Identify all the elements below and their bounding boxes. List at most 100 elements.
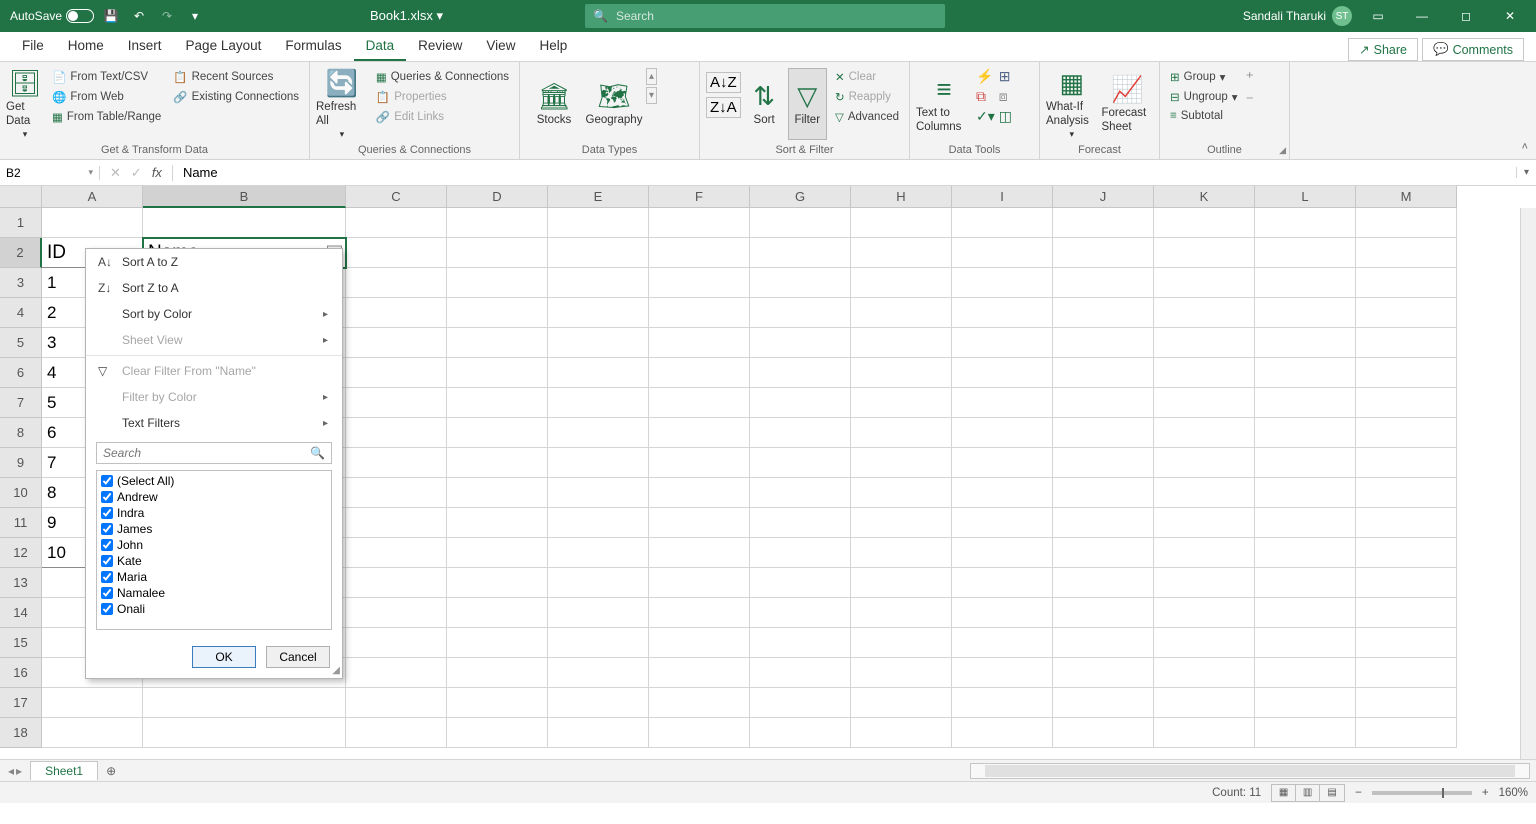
cell[interactable] bbox=[1053, 478, 1154, 508]
cell[interactable] bbox=[750, 448, 851, 478]
cell[interactable] bbox=[851, 478, 952, 508]
share-button[interactable]: ↗ Share bbox=[1348, 38, 1418, 61]
column-header[interactable]: M bbox=[1356, 186, 1457, 208]
undo-icon[interactable]: ↶ bbox=[128, 5, 150, 27]
cell[interactable] bbox=[1255, 268, 1356, 298]
outline-dialog-launcher-icon[interactable]: ◢ bbox=[1279, 145, 1286, 156]
cell[interactable] bbox=[1154, 478, 1255, 508]
cell[interactable] bbox=[1255, 508, 1356, 538]
cell[interactable] bbox=[1053, 418, 1154, 448]
collapse-ribbon-icon[interactable]: ˄ bbox=[1522, 141, 1528, 153]
maximize-icon[interactable]: ◻ bbox=[1448, 2, 1484, 30]
cancel-formula-icon[interactable]: ✕ bbox=[110, 165, 121, 181]
subtotal-button[interactable]: ≡Subtotal bbox=[1166, 108, 1242, 124]
cell[interactable] bbox=[1255, 568, 1356, 598]
from-text-csv-button[interactable]: 📄From Text/CSV bbox=[48, 68, 165, 86]
cell[interactable] bbox=[750, 718, 851, 748]
cell[interactable] bbox=[447, 718, 548, 748]
cell[interactable] bbox=[750, 688, 851, 718]
name-box[interactable]: B2▾ bbox=[0, 166, 100, 180]
cell[interactable] bbox=[1154, 448, 1255, 478]
filter-checkbox[interactable] bbox=[101, 475, 113, 487]
cell[interactable] bbox=[952, 658, 1053, 688]
filter-checkbox-item[interactable]: Onali bbox=[101, 601, 327, 617]
cell[interactable] bbox=[548, 598, 649, 628]
cell[interactable] bbox=[1154, 688, 1255, 718]
column-header[interactable]: G bbox=[750, 186, 851, 208]
cell[interactable] bbox=[1255, 688, 1356, 718]
cell[interactable] bbox=[1053, 238, 1154, 268]
cell[interactable] bbox=[952, 598, 1053, 628]
cell[interactable] bbox=[851, 508, 952, 538]
cell[interactable] bbox=[346, 658, 447, 688]
existing-connections-button[interactable]: 🔗Existing Connections bbox=[169, 88, 303, 106]
cell[interactable] bbox=[1255, 598, 1356, 628]
cell[interactable] bbox=[1154, 268, 1255, 298]
from-web-button[interactable]: 🌐From Web bbox=[48, 88, 165, 106]
page-layout-view-icon[interactable]: ▥ bbox=[1296, 785, 1320, 801]
cell[interactable] bbox=[1356, 208, 1457, 238]
cell[interactable] bbox=[346, 298, 447, 328]
cell[interactable] bbox=[346, 238, 447, 268]
cell[interactable] bbox=[1356, 718, 1457, 748]
cell[interactable] bbox=[952, 238, 1053, 268]
vertical-scrollbar[interactable] bbox=[1520, 208, 1536, 759]
cell[interactable] bbox=[447, 538, 548, 568]
cell[interactable] bbox=[1154, 418, 1255, 448]
cell[interactable] bbox=[851, 418, 952, 448]
stocks-button[interactable]: 🏛Stocks bbox=[526, 68, 582, 140]
cell[interactable] bbox=[1255, 358, 1356, 388]
cell[interactable] bbox=[649, 448, 750, 478]
tab-data[interactable]: Data bbox=[354, 32, 407, 61]
show-detail-icon[interactable]: ⁺ bbox=[1246, 68, 1254, 88]
cell[interactable] bbox=[548, 658, 649, 688]
cell[interactable] bbox=[1154, 358, 1255, 388]
cell[interactable] bbox=[851, 628, 952, 658]
gallery-more-icon[interactable]: ▾ bbox=[646, 87, 657, 104]
resize-grip-icon[interactable]: ◢ bbox=[332, 665, 340, 676]
cell[interactable] bbox=[1053, 658, 1154, 688]
comments-button[interactable]: 💬 Comments bbox=[1422, 38, 1524, 61]
qat-customize-icon[interactable]: ▾ bbox=[184, 5, 206, 27]
column-header[interactable]: A bbox=[42, 186, 143, 208]
group-button[interactable]: ⊞Group ▾ bbox=[1166, 68, 1242, 86]
user-account[interactable]: Sandali Tharuki ST bbox=[1243, 6, 1352, 26]
row-header[interactable]: 13 bbox=[0, 568, 42, 598]
row-header[interactable]: 12 bbox=[0, 538, 42, 568]
cell[interactable] bbox=[1356, 478, 1457, 508]
cell[interactable] bbox=[851, 538, 952, 568]
cell[interactable] bbox=[346, 418, 447, 448]
cell[interactable] bbox=[1053, 508, 1154, 538]
horizontal-scrollbar[interactable] bbox=[970, 763, 1530, 779]
cell[interactable] bbox=[1154, 718, 1255, 748]
ungroup-button[interactable]: ⊟Ungroup ▾ bbox=[1166, 88, 1242, 106]
filter-checkbox-item[interactable]: Namalee bbox=[101, 585, 327, 601]
cell[interactable] bbox=[851, 298, 952, 328]
cell[interactable] bbox=[42, 208, 143, 238]
cell[interactable] bbox=[346, 628, 447, 658]
cell[interactable] bbox=[548, 418, 649, 448]
cell[interactable] bbox=[548, 508, 649, 538]
cell[interactable] bbox=[143, 208, 346, 238]
select-all-corner[interactable] bbox=[0, 186, 42, 208]
cell[interactable] bbox=[952, 688, 1053, 718]
text-filters[interactable]: Text Filters▸ bbox=[86, 410, 342, 436]
cell[interactable] bbox=[649, 298, 750, 328]
from-table-range-button[interactable]: ▦From Table/Range bbox=[48, 108, 165, 126]
cell[interactable] bbox=[1053, 328, 1154, 358]
cell[interactable] bbox=[346, 508, 447, 538]
cell[interactable] bbox=[1053, 688, 1154, 718]
tab-help[interactable]: Help bbox=[527, 32, 579, 61]
tab-file[interactable]: File bbox=[10, 32, 56, 61]
cell[interactable] bbox=[1255, 658, 1356, 688]
sort-desc-icon[interactable]: Z↓A bbox=[706, 97, 741, 118]
cell[interactable] bbox=[346, 478, 447, 508]
sort-asc-icon[interactable]: A↓Z bbox=[706, 72, 741, 93]
consolidate-icon[interactable]: ⊞ bbox=[999, 68, 1012, 85]
cell[interactable] bbox=[750, 238, 851, 268]
filter-search[interactable]: 🔍 bbox=[96, 442, 332, 464]
zoom-in-icon[interactable]: + bbox=[1482, 787, 1489, 799]
zoom-out-icon[interactable]: − bbox=[1355, 787, 1362, 799]
cell[interactable] bbox=[548, 298, 649, 328]
cell[interactable] bbox=[952, 358, 1053, 388]
